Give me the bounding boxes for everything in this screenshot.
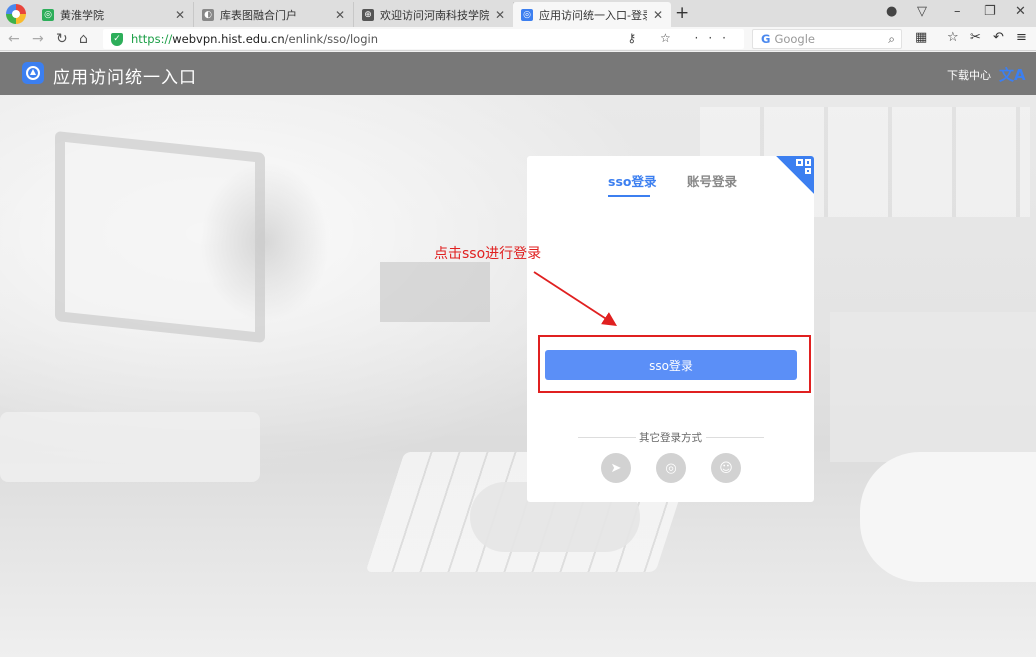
other-login-methods-label: 其它登录方式 [639, 432, 702, 444]
qq-login-icon[interactable]: ☺ [711, 453, 741, 483]
background-shelf [830, 312, 1036, 462]
dingtalk-login-icon[interactable]: ➤ [601, 453, 631, 483]
browser-tab[interactable]: ◎ 黄淮学院 ✕ [34, 2, 194, 27]
address-bar-icons[interactable]: ⚷ ☆ ··· [627, 31, 736, 45]
undo-icon[interactable]: ↶ [993, 30, 1004, 45]
close-tab-icon[interactable]: ✕ [495, 8, 505, 22]
background-sleeve [860, 452, 1036, 582]
browser-tab[interactable]: ◐ 库表图融合门户 ✕ [194, 2, 354, 27]
restore-icon[interactable]: ❐ [984, 4, 996, 19]
tab-account-login[interactable]: 账号登录 [687, 171, 737, 190]
tab-favicon-icon: ⊕ [362, 8, 374, 21]
close-window-icon[interactable]: ✕ [1015, 4, 1026, 19]
apps-grid-icon[interactable]: ▦ [915, 30, 927, 45]
tab-title: 应用访问统一入口-登录页 [539, 8, 647, 22]
browser-navbar: ← → ↻ ⌂ ✓ https://webvpn.hist.edu.cn/enl… [0, 27, 1036, 51]
background-monitor-stand [0, 412, 260, 482]
browser-logo-icon[interactable] [6, 4, 26, 24]
background-plant [200, 162, 330, 322]
background-box [380, 262, 490, 322]
site-title: 应用访问统一入口 [53, 68, 197, 88]
browser-tab[interactable]: ⊕ 欢迎访问河南科技学院官方网 ✕ [354, 2, 514, 27]
wechat-login-icon[interactable]: ◎ [656, 453, 686, 483]
search-placeholder: Google [774, 32, 816, 46]
minimize-icon[interactable]: – [954, 4, 961, 19]
account-icon[interactable]: ● [886, 4, 897, 19]
shirt-icon[interactable]: ▽ [917, 4, 927, 19]
browser-tab-active[interactable]: ◎ 应用访问统一入口-登录页 ✕ [513, 2, 671, 27]
divider-line [706, 437, 764, 438]
site-header: 应用访问统一入口 下载中心 文A [0, 52, 1036, 95]
tab-favicon-icon: ◎ [42, 8, 54, 21]
tab-favicon-icon: ◐ [202, 8, 214, 21]
qr-code-icon[interactable] [776, 156, 814, 194]
tab-sso-login[interactable]: sso登录 [608, 171, 656, 190]
home-icon[interactable]: ⌂ [79, 30, 88, 48]
search-icon[interactable]: ⌕ [888, 32, 895, 47]
search-engine-box[interactable]: G Google ⌕ [752, 29, 902, 49]
close-tab-icon[interactable]: ✕ [653, 8, 663, 22]
page-content: 应用访问统一入口 下载中心 文A sso登录 账号登录 sso登录 其它登录方式… [0, 52, 1036, 657]
tab-title: 库表图融合门户 [220, 8, 297, 22]
close-tab-icon[interactable]: ✕ [335, 8, 345, 22]
address-bar[interactable]: ✓ https://webvpn.hist.edu.cn/enlink/sso/… [103, 29, 744, 49]
url-path: /enlink/sso/login [284, 32, 378, 46]
login-card: sso登录 账号登录 sso登录 其它登录方式 ➤ ◎ ☺ [527, 156, 814, 502]
url-text: https://webvpn.hist.edu.cn/enlink/sso/lo… [131, 32, 378, 46]
search-engine-logo: G [761, 32, 771, 46]
language-icon[interactable]: 文A [999, 64, 1026, 85]
site-logo-icon [22, 62, 44, 84]
browser-tab-strip: ◎ 黄淮学院 ✕ ◐ 库表图融合门户 ✕ ⊕ 欢迎访问河南科技学院官方网 ✕ ◎… [0, 0, 1036, 27]
forward-icon[interactable]: → [32, 30, 44, 48]
screenshot-scissors-icon[interactable]: ✂ [970, 30, 981, 45]
back-icon[interactable]: ← [8, 30, 20, 48]
url-host: webvpn.hist.edu.cn [172, 32, 285, 46]
annotation-highlight-box [538, 335, 811, 393]
annotation-label: 点击sso进行登录 [434, 246, 542, 262]
menu-icon[interactable]: ≡ [1016, 30, 1027, 45]
close-tab-icon[interactable]: ✕ [175, 8, 185, 22]
favorites-list-icon[interactable]: ☆ [947, 30, 959, 45]
active-tab-indicator [608, 195, 650, 197]
reload-icon[interactable]: ↻ [56, 30, 68, 48]
secure-shield-icon: ✓ [111, 32, 123, 46]
tab-title: 欢迎访问河南科技学院官方网 [380, 8, 489, 22]
tab-favicon-icon: ◎ [521, 8, 533, 21]
new-tab-button[interactable]: + [675, 3, 689, 23]
download-center-link[interactable]: 下载中心 [947, 67, 991, 83]
tab-title: 黄淮学院 [60, 8, 104, 22]
url-scheme: https:// [131, 32, 173, 46]
